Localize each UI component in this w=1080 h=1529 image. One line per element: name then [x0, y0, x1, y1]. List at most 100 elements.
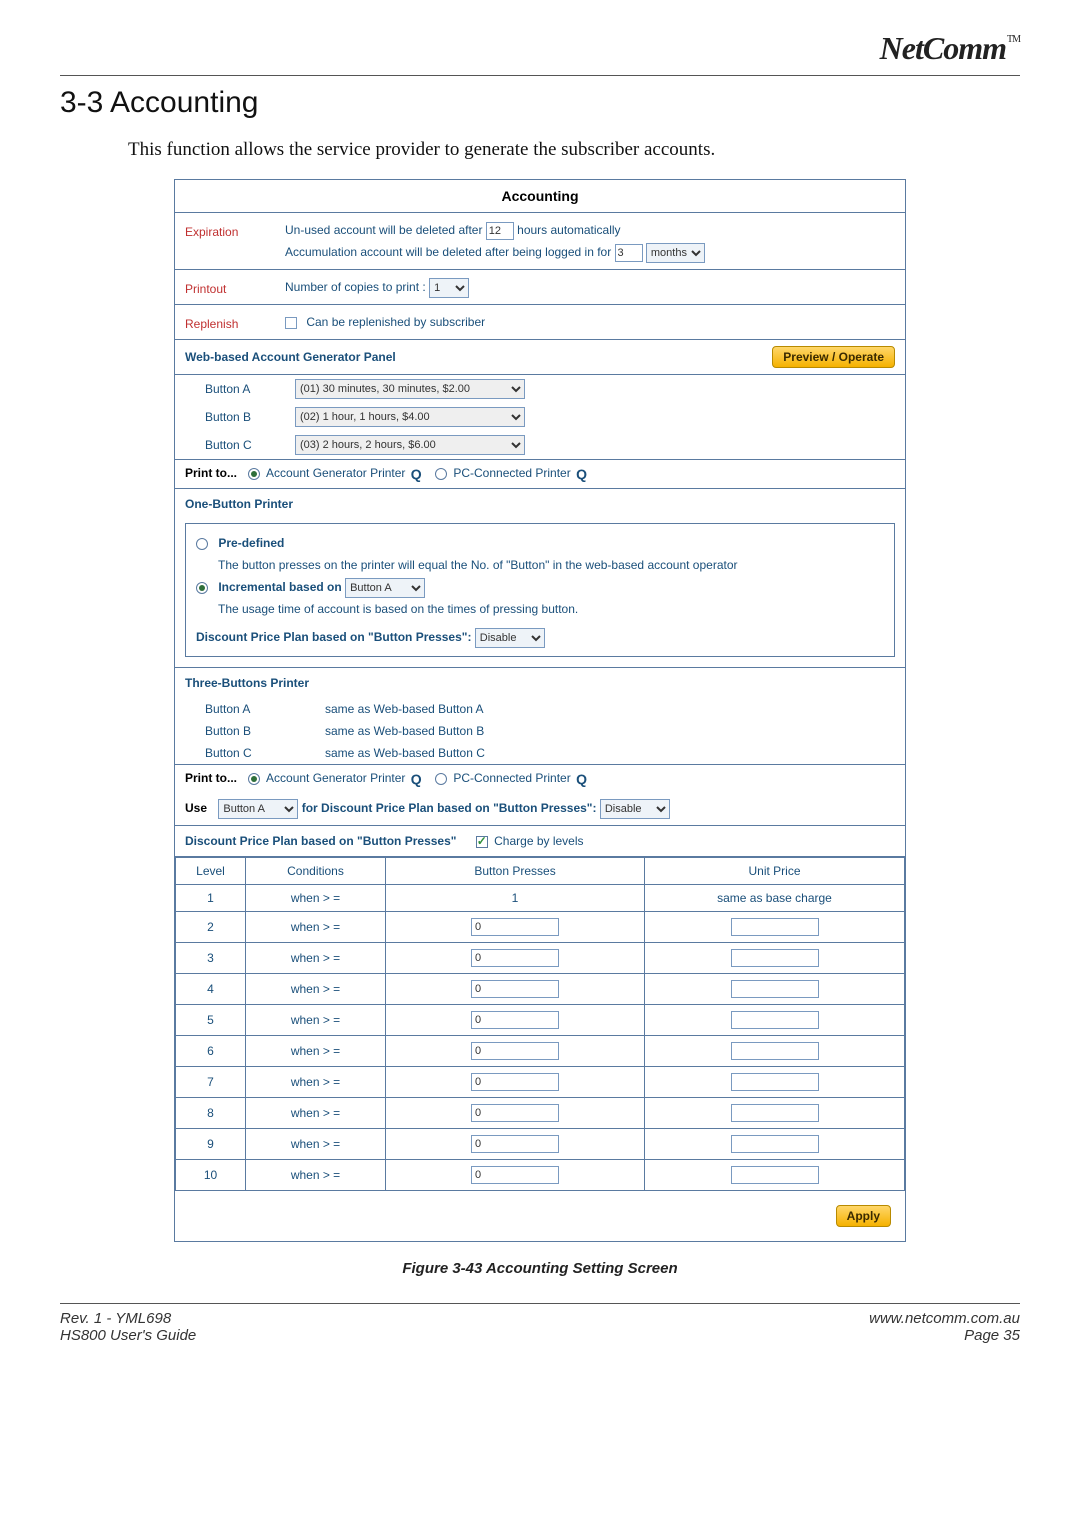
replenish-checkbox[interactable] — [285, 317, 297, 329]
cell-level: 7 — [176, 1067, 246, 1098]
cell-level: 3 — [176, 943, 246, 974]
intro-text: This function allows the service provide… — [128, 139, 1020, 161]
magnifier-icon[interactable]: Q — [411, 466, 422, 482]
cell-presses — [386, 1036, 645, 1067]
footer-right1: www.netcomm.com.au — [869, 1310, 1020, 1327]
cell-cond: when > = — [246, 1098, 386, 1129]
threebtn-name: Button C — [205, 746, 325, 760]
threebtn-radio-account-generator[interactable] — [248, 773, 260, 785]
replenish-row: Replenish Can be replenished by subscrib… — [175, 305, 905, 340]
price-input[interactable] — [731, 949, 819, 967]
webgen-button-row: Button A (01) 30 minutes, 30 minutes, $2… — [175, 375, 905, 403]
price-input[interactable] — [731, 980, 819, 998]
presses-input[interactable] — [471, 1042, 559, 1060]
webgen-button-name: Button C — [205, 438, 295, 452]
use-select[interactable]: Button A — [218, 799, 298, 819]
webgen-radio2-text: PC-Connected Printer — [453, 466, 570, 480]
price-input[interactable] — [731, 1135, 819, 1153]
threebtn-text: same as Web-based Button C — [325, 746, 485, 760]
charge-label: Charge by levels — [494, 834, 583, 848]
cell-level: 1 — [176, 885, 246, 912]
cell-cond: when > = — [246, 1005, 386, 1036]
webgen-button-name: Button B — [205, 410, 295, 424]
price-input[interactable] — [731, 1073, 819, 1091]
magnifier-icon[interactable]: Q — [411, 771, 422, 787]
incremental-select[interactable]: Button A — [345, 578, 425, 598]
presses-input[interactable] — [471, 980, 559, 998]
cell-level: 5 — [176, 1005, 246, 1036]
webgen-header: Web-based Account Generator Panel Previe… — [175, 340, 905, 375]
magnifier-icon[interactable]: Q — [576, 771, 587, 787]
th-conditions: Conditions — [246, 858, 386, 885]
expiration-hours-input[interactable] — [486, 222, 514, 240]
presses-input[interactable] — [471, 1135, 559, 1153]
price-input[interactable] — [731, 918, 819, 936]
presses-input[interactable] — [471, 1104, 559, 1122]
threebtn-name: Button A — [205, 702, 325, 716]
webgen-button-select[interactable]: (03) 2 hours, 2 hours, $6.00 — [295, 435, 525, 455]
onebutton-radio-incremental[interactable] — [196, 582, 208, 594]
cell-cond: when > = — [246, 1160, 386, 1191]
webgen-radio1-text: Account Generator Printer — [266, 466, 405, 480]
table-row: 4 when > = — [176, 974, 905, 1005]
cell-level: 2 — [176, 912, 246, 943]
onebutton-discount-select[interactable]: Disable — [475, 628, 545, 648]
expiration-loggedin-input[interactable] — [615, 244, 643, 262]
th-level: Level — [176, 858, 246, 885]
cell-presses — [386, 943, 645, 974]
price-input[interactable] — [731, 1011, 819, 1029]
threebtn-print-row: Print to... Account Generator Printer Q … — [175, 764, 905, 793]
printout-text: Number of copies to print : — [285, 280, 426, 294]
threebtn-radio-pc-connected[interactable] — [435, 773, 447, 785]
onebutton-radio-predefined[interactable] — [196, 538, 208, 550]
printout-copies-select[interactable]: 1 — [429, 278, 469, 298]
presses-input[interactable] — [471, 1011, 559, 1029]
webgen-radio-account-generator[interactable] — [248, 468, 260, 480]
figure-caption: Figure 3-43 Accounting Setting Screen — [60, 1260, 1020, 1277]
cell-cond: when > = — [246, 943, 386, 974]
webgen-button-select[interactable]: (02) 1 hour, 1 hours, $4.00 — [295, 407, 525, 427]
use-disable-select[interactable]: Disable — [600, 799, 670, 819]
threebtn-radio1-text: Account Generator Printer — [266, 771, 405, 785]
apply-button[interactable]: Apply — [836, 1205, 891, 1227]
accounting-panel: Accounting Expiration Un-used account wi… — [174, 179, 906, 1242]
brand-logo: NetComm TM — [880, 30, 1020, 67]
printout-label: Printout — [185, 276, 285, 296]
cell-price — [645, 1129, 905, 1160]
th-presses: Button Presses — [386, 858, 645, 885]
printout-body: Number of copies to print : 1 — [285, 276, 895, 298]
footer-left1: Rev. 1 - YML698 — [60, 1310, 196, 1327]
footer-right2: Page 35 — [869, 1327, 1020, 1344]
table-row: 7 when > = — [176, 1067, 905, 1098]
cell-cond: when > = — [246, 1036, 386, 1067]
expiration-unit-select[interactable]: months — [646, 243, 705, 263]
price-input[interactable] — [731, 1104, 819, 1122]
threebtn-row: Button B same as Web-based Button B — [175, 720, 905, 742]
replenish-body: Can be replenished by subscriber — [285, 311, 895, 333]
cell-level: 9 — [176, 1129, 246, 1160]
table-row: 5 when > = — [176, 1005, 905, 1036]
footer-left2: HS800 User's Guide — [60, 1327, 196, 1344]
webgen-radio-pc-connected[interactable] — [435, 468, 447, 480]
preview-operate-button[interactable]: Preview / Operate — [772, 346, 895, 368]
presses-input[interactable] — [471, 918, 559, 936]
replenish-label: Replenish — [185, 311, 285, 331]
onebutton-title: One-Button Printer — [175, 488, 905, 519]
predefined-label: Pre-defined — [218, 536, 284, 550]
webgen-button-name: Button A — [205, 382, 295, 396]
price-input[interactable] — [731, 1042, 819, 1060]
magnifier-icon[interactable]: Q — [576, 466, 587, 482]
table-row: 3 when > = — [176, 943, 905, 974]
cell-cond: when > = — [246, 974, 386, 1005]
presses-input[interactable] — [471, 949, 559, 967]
expiration-label: Expiration — [185, 219, 285, 239]
presses-input[interactable] — [471, 1073, 559, 1091]
charge-by-levels-checkbox[interactable] — [476, 836, 488, 848]
presses-input[interactable] — [471, 1166, 559, 1184]
expiration-line1b: hours automatically — [517, 223, 620, 237]
cell-level: 4 — [176, 974, 246, 1005]
apply-row: Apply — [175, 1191, 905, 1241]
price-input[interactable] — [731, 1166, 819, 1184]
panel-title: Accounting — [175, 180, 905, 213]
webgen-button-select[interactable]: (01) 30 minutes, 30 minutes, $2.00 — [295, 379, 525, 399]
